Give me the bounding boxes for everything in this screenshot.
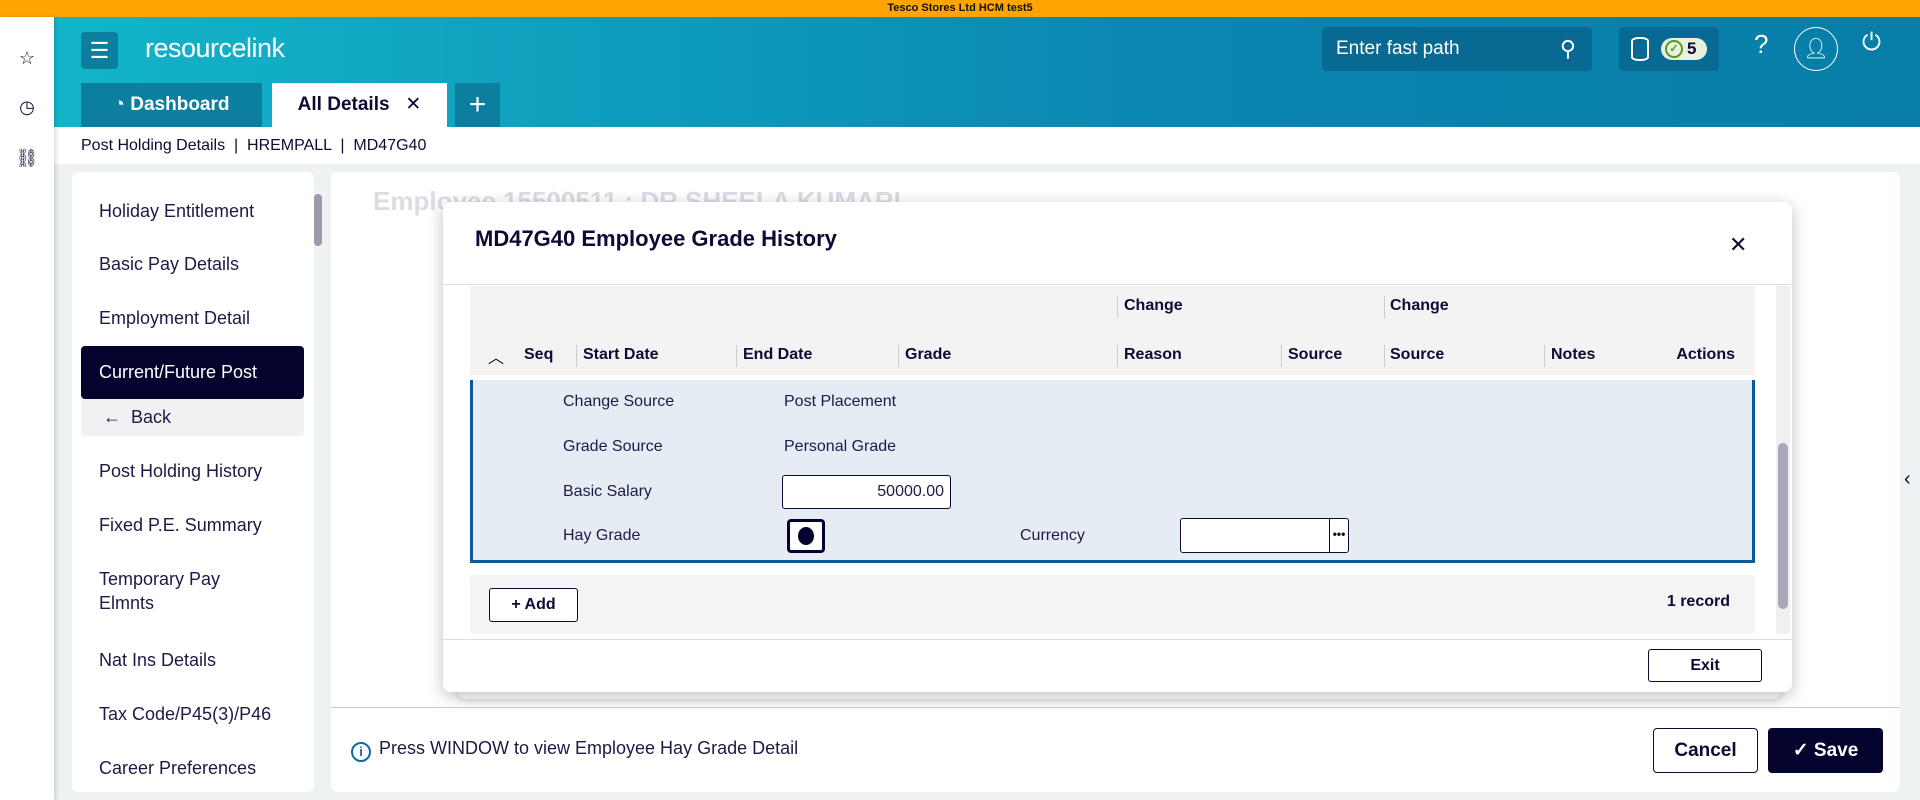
gauge-icon: ◔ [113,94,131,115]
col-source[interactable]: Source [1288,346,1342,364]
check-icon: ✓ [1792,740,1814,761]
table-footer: + Add 1 record [470,575,1755,634]
left-icon-rail: ☆ ◷ ⛓ [0,17,54,800]
fast-path-input[interactable]: Enter fast path ⚲ [1322,27,1592,71]
add-button[interactable]: + Add [489,588,578,622]
info-message: i Press WINDOW to view Employee Hay Grade… [351,738,798,762]
nav-item-holiday-entitlement[interactable]: Holiday Entitlement [99,199,254,223]
hay-grade-radio[interactable] [787,519,825,553]
col-reason[interactable]: Reason [1124,346,1182,364]
save-button[interactable]: ✓ Save [1768,728,1883,773]
menu-hamburger-icon[interactable]: ☰ [81,32,118,69]
side-nav: Holiday Entitlement Basic Pay Details Em… [72,172,314,792]
divider [443,284,1792,285]
exit-button[interactable]: Exit [1648,649,1762,682]
nav-item-career-preferences[interactable]: Career Preferences [99,756,256,780]
check-circle-icon: ✓ [1665,40,1683,58]
col-notes[interactable]: Notes [1551,346,1595,364]
basic-salary-label: Basic Salary [563,483,652,500]
tab-all-details[interactable]: All Details ✕ [272,83,447,127]
record-count: 1 record [1666,593,1730,610]
nav-item-current-future-post[interactable]: Current/Future Post [81,346,304,399]
basic-salary-input[interactable]: 50000.00 [782,475,951,509]
nav-item-temporary-pay[interactable]: Temporary Pay Elmnts [99,567,220,615]
info-icon: i [351,742,371,762]
scrollbar-thumb[interactable] [1778,443,1788,609]
hay-grade-label: Hay Grade [563,527,641,544]
search-icon[interactable]: ⚲ [1560,27,1576,71]
close-icon[interactable]: ✕ [1729,232,1747,258]
divider [331,707,1900,708]
resourcelink-logo: resourcelink [145,33,285,63]
divider [443,639,1792,640]
col-change-reason-top: Change [1124,297,1183,314]
close-tab-icon[interactable]: ✕ [405,94,421,115]
currency-input[interactable]: ••• [1180,518,1349,553]
chevron-left-icon[interactable]: ‹ [1904,468,1911,491]
tab-dashboard[interactable]: ◔ Dashboard [81,83,262,127]
dialog-title: MD47G40 Employee Grade History [475,226,837,251]
cancel-button[interactable]: Cancel [1653,728,1758,773]
nav-item-employment-detail[interactable]: Employment Detail [99,306,250,330]
plus-icon: + [511,596,525,613]
app-header: ☰ resourcelink Enter fast path ⚲ ✓ 5 ? 👤︎ … [54,17,1920,127]
nav-back-button[interactable]: ← Back [81,399,304,436]
status-badge: ✓ 5 [1661,38,1707,60]
col-start-date[interactable]: Start Date [583,346,659,364]
add-tab-button[interactable]: + [455,83,500,127]
power-icon[interactable]: ⏻ [1862,29,1881,57]
col-end-date[interactable]: End Date [743,346,812,364]
col-seq[interactable]: Seq [524,346,553,364]
change-source-value: Post Placement [784,393,897,410]
database-status-button[interactable]: ✓ 5 [1619,27,1719,71]
more-options-icon[interactable]: ••• [1329,519,1348,552]
table-header: Change Change ︿ Seq Start Date End Date … [470,286,1755,375]
user-avatar-icon[interactable]: 👤︎ [1794,27,1838,71]
help-icon[interactable]: ? [1754,29,1768,60]
sort-chevron-up-icon[interactable]: ︿ [488,344,504,368]
dialog-scrollbar[interactable] [1776,286,1790,634]
nav-item-nat-ins-details[interactable]: Nat Ins Details [99,648,216,672]
breadcrumb: Post Holding Details | HREMPALL | MD47G4… [54,127,1920,164]
grade-history-table: Change Change ︿ Seq Start Date End Date … [470,286,1755,634]
nav-item-basic-pay-details[interactable]: Basic Pay Details [99,252,239,276]
fast-path-placeholder: Enter fast path [1336,38,1460,59]
nav-item-tax-code[interactable]: Tax Code/P45(3)/P46 [99,702,271,726]
favorites-star-icon[interactable]: ☆ [15,46,39,70]
nav-item-post-holding-history[interactable]: Post Holding History [99,459,262,483]
change-source-label: Change Source [563,393,675,410]
database-icon [1631,37,1649,61]
scrollbar-thumb[interactable] [314,194,322,246]
col-grade[interactable]: Grade [905,346,951,364]
grade-history-dialog: MD47G40 Employee Grade History ✕ Change … [443,202,1792,692]
col-change-source[interactable]: Source [1390,346,1444,364]
environment-banner: Tesco Stores Ltd HCM test5 [0,0,1920,17]
grade-source-label: Grade Source [563,438,663,455]
history-clock-icon[interactable]: ◷ [15,95,39,119]
grade-source-value: Personal Grade [784,438,897,455]
nav-scrollbar[interactable] [314,172,324,792]
col-actions: Actions [1676,346,1735,363]
col-change-source-top: Change [1390,297,1449,314]
expanded-row-detail: Change Source Post Placement Grade Sourc… [470,380,1755,563]
org-chart-icon[interactable]: ⛓ [15,146,39,170]
nav-item-fixed-pe-summary[interactable]: Fixed P.E. Summary [99,513,262,537]
arrow-left-icon: ← [103,407,132,427]
currency-label: Currency [1020,527,1085,544]
